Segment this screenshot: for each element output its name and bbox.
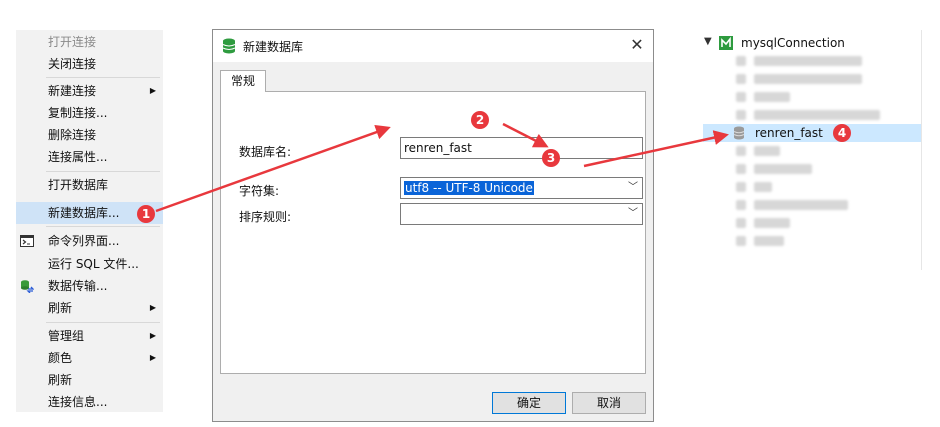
db-name-label: 数据库名: bbox=[239, 145, 292, 159]
charset-value: utf8 -- UTF-8 Unicode bbox=[404, 181, 534, 195]
submenu-arrow-icon: ▶ bbox=[149, 353, 156, 362]
database-icon bbox=[733, 126, 745, 140]
menu-item-refresh[interactable]: 刷新 ▶ bbox=[16, 297, 163, 319]
menu-item-connection-info[interactable]: 连接信息... bbox=[16, 391, 163, 413]
step-badge-3: 3 bbox=[542, 149, 560, 167]
menu-item-open-connection[interactable]: 打开连接 bbox=[16, 31, 163, 53]
menu-item-color[interactable]: 颜色 ▶ bbox=[16, 347, 163, 369]
blurred-db-name bbox=[754, 236, 784, 246]
blurred-db-icon bbox=[736, 236, 746, 246]
menu-item-new-connection[interactable]: 新建连接 ▶ bbox=[16, 80, 163, 102]
submenu-arrow-icon: ▶ bbox=[149, 331, 156, 340]
close-icon[interactable]: ✕ bbox=[627, 35, 647, 55]
step-badge-4: 4 bbox=[833, 124, 851, 142]
connection-tree: ▼ mysqlConnection renren_fast bbox=[700, 30, 926, 270]
blurred-db-name bbox=[754, 182, 772, 192]
chevron-down-icon: ﹀ bbox=[628, 208, 638, 219]
collation-select[interactable]: ﹀ bbox=[400, 203, 643, 225]
cancel-button[interactable]: 取消 bbox=[572, 392, 646, 414]
blurred-db-icon bbox=[736, 182, 746, 192]
ok-button[interactable]: 确定 bbox=[492, 392, 566, 414]
menu-item-run-sql-file[interactable]: 运行 SQL 文件... bbox=[16, 253, 163, 275]
blurred-db-name bbox=[754, 110, 880, 120]
blurred-db-name bbox=[754, 164, 812, 174]
blurred-db-name bbox=[754, 74, 862, 84]
blurred-db-name bbox=[754, 200, 848, 210]
menu-item-close-connection[interactable]: 关闭连接 bbox=[16, 53, 163, 75]
blurred-db-name bbox=[754, 146, 780, 156]
blurred-db-name bbox=[754, 56, 862, 66]
menu-item-delete-connection[interactable]: 删除连接 bbox=[16, 124, 163, 146]
tree-connection-label[interactable]: mysqlConnection bbox=[741, 36, 845, 50]
step-badge-2: 2 bbox=[471, 111, 489, 129]
collation-label: 排序规则: bbox=[239, 210, 292, 224]
dialog-titlebar[interactable]: 新建数据库 ✕ bbox=[213, 30, 653, 62]
submenu-arrow-icon: ▶ bbox=[149, 86, 156, 95]
menu-separator bbox=[46, 226, 160, 227]
tab-general[interactable]: 常规 bbox=[220, 70, 266, 92]
blurred-db-icon bbox=[736, 164, 746, 174]
menu-item-connection-properties[interactable]: 连接属性... bbox=[16, 146, 163, 168]
blurred-db-icon bbox=[736, 74, 746, 84]
new-database-dialog: 新建数据库 ✕ 常规 数据库名: renren_fast 字符集: utf8 -… bbox=[212, 29, 654, 422]
tab-panel: 数据库名: renren_fast 字符集: utf8 -- UTF-8 Uni… bbox=[220, 91, 646, 374]
menu-separator bbox=[46, 171, 160, 172]
menu-item-copy-connection[interactable]: 复制连接... bbox=[16, 102, 163, 124]
blurred-db-name bbox=[754, 218, 790, 228]
step-badge-1: 1 bbox=[137, 205, 155, 223]
charset-label: 字符集: bbox=[239, 184, 280, 198]
db-name-value: renren_fast bbox=[404, 141, 472, 155]
menu-separator bbox=[46, 322, 160, 323]
chevron-down-icon: ﹀ bbox=[628, 182, 638, 193]
menu-item-data-transfer[interactable]: 数据传输... bbox=[16, 275, 163, 297]
tree-db-label: renren_fast bbox=[755, 126, 823, 140]
menu-item-refresh-2[interactable]: 刷新 bbox=[16, 369, 163, 391]
tree-border bbox=[921, 30, 922, 270]
menu-separator bbox=[46, 77, 160, 78]
blurred-db-icon bbox=[736, 200, 746, 210]
database-icon bbox=[222, 38, 236, 54]
console-icon bbox=[20, 235, 34, 247]
menu-item-manage-group[interactable]: 管理组 ▶ bbox=[16, 325, 163, 347]
dialog-title: 新建数据库 bbox=[243, 40, 304, 54]
db-name-input[interactable]: renren_fast bbox=[400, 137, 643, 159]
dialog-body: 常规 数据库名: renren_fast 字符集: utf8 -- UTF-8 … bbox=[213, 62, 653, 421]
mysql-connection-icon bbox=[719, 36, 733, 50]
charset-select[interactable]: utf8 -- UTF-8 Unicode ﹀ bbox=[400, 177, 643, 199]
data-transfer-icon bbox=[21, 280, 34, 293]
blurred-db-icon bbox=[736, 56, 746, 66]
blurred-db-icon bbox=[736, 218, 746, 228]
chevron-down-icon[interactable]: ▼ bbox=[704, 36, 712, 47]
menu-item-console[interactable]: 命令列界面... bbox=[16, 230, 163, 252]
submenu-arrow-icon: ▶ bbox=[149, 303, 156, 312]
blurred-db-icon bbox=[736, 146, 746, 156]
blurred-db-icon bbox=[736, 92, 746, 102]
blurred-db-icon bbox=[736, 110, 746, 120]
blurred-db-name bbox=[754, 92, 790, 102]
menu-item-open-database[interactable]: 打开数据库 bbox=[16, 174, 163, 196]
